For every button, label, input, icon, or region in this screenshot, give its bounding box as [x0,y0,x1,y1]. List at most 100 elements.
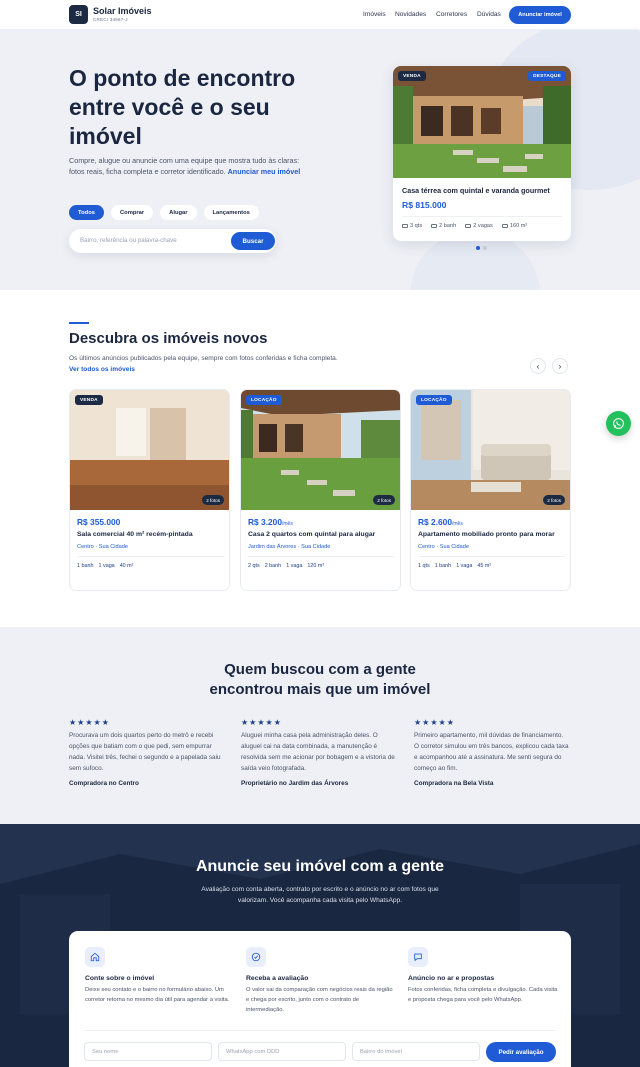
testimonial-item: ★★★★★ Aluguei minha casa pela administra… [241,718,396,787]
step-title: Receba a avaliação [246,975,309,982]
divider [77,556,224,557]
listing-specs: 1 banh 1 vaga 40 m² [77,563,133,569]
featured-specs: 3 qts 2 banh 2 vagas 160 m² [402,223,527,229]
carousel-dot[interactable] [483,246,487,250]
carousel-dot[interactable] [476,246,480,250]
listing-photo [411,390,570,510]
featured-property-card[interactable]: VENDA DESTAQUE Casa térrea com quintal e… [393,66,571,241]
brand-name[interactable]: Solar Imóveis [93,6,152,16]
car-icon [465,223,472,228]
nav-link-corretores[interactable]: Corretores [436,11,467,18]
testimonials-title-text: Quem buscou com a gente encontrou mais q… [209,661,431,698]
request-valuation-button[interactable]: Pedir avaliação [486,1042,556,1062]
home-icon [85,947,105,967]
nav-link-novidades[interactable]: Novidades [395,11,426,18]
bed-icon [402,223,408,228]
listing-price-suffix: /mês [282,521,293,527]
top-navbar: SI Solar Imóveis CRECI 34567-J Imóveis N… [0,0,640,30]
listings-subtitle: Os últimos anúncios publicados pela equi… [69,353,339,375]
featured-property-photo [393,66,571,178]
whatsapp-field[interactable]: WhatsApp com DDD [218,1042,346,1061]
chip-lancamentos[interactable]: Lançamentos [203,205,259,220]
spec-parking-value: 2 vagas [473,223,493,229]
search-button[interactable]: Buscar [231,232,275,250]
check-circle-icon [246,947,266,967]
nav-link-imoveis[interactable]: Imóveis [363,11,386,18]
listing-specs: 2 qts 2 banh 1 vaga 120 m² [248,563,324,569]
chip-comprar[interactable]: Comprar [110,205,154,220]
listing-tag: LOCAÇÃO [416,395,452,405]
hero-section: O ponto de encontro entre você e o seu i… [0,30,640,290]
listing-photo [241,390,400,510]
testimonials-section: Quem buscou com a gente encontrou mais q… [0,627,640,824]
whatsapp-button[interactable] [606,411,631,436]
hero-title: O ponto de encontro entre você e o seu i… [69,65,296,149]
listing-title: Apartamento mobiliado pronto para morar [418,531,555,538]
section-accent-line [69,322,89,324]
spec-area: 120 m² [307,563,325,569]
name-field[interactable]: Seu nome [84,1042,212,1061]
listing-photo [70,390,229,510]
nav-link-duvidas[interactable]: Dúvidas [477,11,501,18]
cta-subtitle: Avaliação com conta aberta, contrato por… [201,886,439,904]
step-desc: Fotos conferidas, ficha completa e divul… [408,987,558,1003]
featured-price: R$ 815.000 [402,200,447,210]
listing-title: Casa 2 quartos com quintal para alugar [248,531,376,538]
listing-title: Sala comercial 40 m² recém-pintada [77,531,193,538]
listing-location: Centro · Sua Cidade [418,544,469,550]
prev-button[interactable]: ‹ [530,358,546,374]
divider [84,1030,556,1031]
spec-parking: 1 vaga [98,563,115,569]
step-title: Anúncio no ar e propostas [408,975,495,982]
listing-price: R$ 2.600/mês [418,517,463,527]
listings-title: Descubra os imóveis novos [69,330,268,347]
district-field[interactable]: Bairro do imóvel [352,1042,480,1061]
chevron-left-icon: ‹ [536,361,540,371]
listing-card[interactable]: LOCAÇÃO 2 fotos R$ 3.200/mês Casa 2 quar… [240,389,401,591]
cta-title: Anuncie seu imóvel com a gente [195,858,445,875]
valuation-panel: Conte sobre o imóvel Deixe seu contato e… [69,931,571,1067]
brand-logo[interactable]: SI [69,5,88,24]
divider [248,556,395,557]
listing-price: R$ 3.200/mês [248,517,293,527]
announce-my-property-link[interactable]: Anunciar meu imóvel [228,167,301,176]
spec-bedrooms: 2 qts [248,563,260,569]
whatsapp-icon [613,418,624,429]
view-all-properties-link[interactable]: Ver todos os imóveis [69,366,135,373]
divider [402,216,562,217]
testimonial-author: Compradora no Centro [69,780,139,787]
testimonial-quote: Procurava um dois quartos perto do metrô… [69,732,221,772]
spec-bedrooms: 1 qts [418,563,430,569]
listing-card[interactable]: VENDA 2 fotos R$ 355.000 Sala comercial … [69,389,230,591]
spec-bathrooms: 1 banh [77,563,94,569]
step-desc: O valor sai da comparação com negócios r… [246,987,393,1013]
next-button[interactable]: › [552,358,568,374]
testimonial-author: Compradora na Bela Vista [414,780,494,787]
step-item: Conte sobre o imóvel Deixe seu contato e… [85,947,235,1005]
rating-stars: ★★★★★ [69,718,110,727]
chat-bubble-icon [408,947,428,967]
announce-section: Anuncie seu imóvel com a gente Avaliação… [0,824,640,1067]
bath-icon [431,223,438,228]
search-input[interactable]: Bairro, referência ou palavra-chave [80,237,177,244]
testimonial-quote: Aluguei minha casa pela administração de… [241,732,395,772]
spec-area-value: 160 m² [509,223,528,229]
featured-title: Casa térrea com quintal e varanda gourme… [402,186,550,195]
chip-todos[interactable]: Todos [69,205,104,220]
listing-location: Centro · Sua Cidade [77,544,128,550]
listing-specs: 1 qts 1 banh 1 vaga 45 m² [418,563,491,569]
spec-area: 40 m² [119,563,134,569]
announce-property-button[interactable]: Anunciar imóvel [509,6,571,24]
listing-tag: LOCAÇÃO [246,395,282,405]
listing-price: R$ 355.000 [77,517,120,527]
brand-creci: CRECI 34567-J [93,17,128,22]
step-desc: Deixe seu contato e o bairro no formulár… [85,987,230,1003]
step-title: Conte sobre o imóvel [85,975,155,982]
spec-bathrooms: 2 banh [264,563,282,569]
step-item: Receba a avaliação O valor sai da compar… [246,947,396,1015]
hero-subtitle: Compre, alugue ou anuncie com uma equipe… [69,155,309,177]
rating-stars: ★★★★★ [241,718,282,727]
listing-price-value: R$ 355.000 [77,517,121,527]
chip-alugar[interactable]: Alugar [160,205,197,220]
listing-card[interactable]: LOCAÇÃO 2 fotos R$ 2.600/mês Apartamento… [410,389,571,591]
